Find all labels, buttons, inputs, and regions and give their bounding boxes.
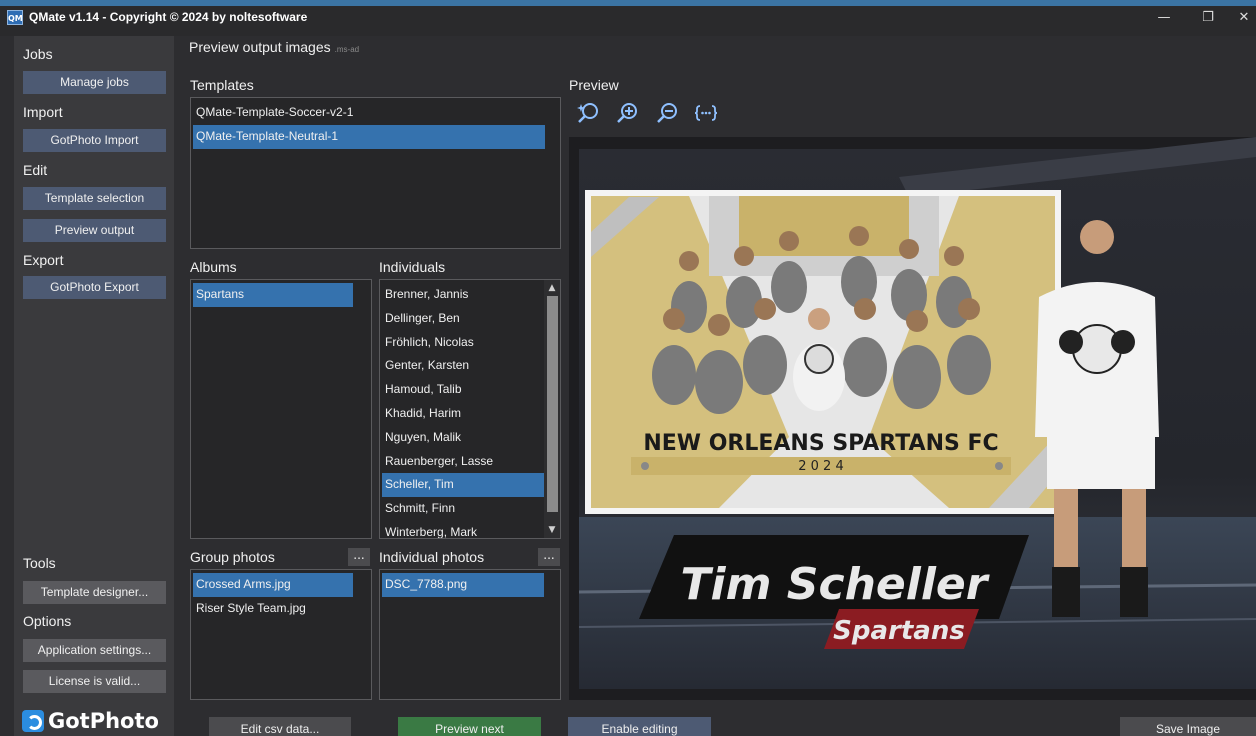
enable-editing-button[interactable]: Enable editing [568,717,711,736]
title-bar: QM QMate v1.14 - Copyright © 2024 by nol… [0,0,1256,36]
page-title: Preview output images .ms-ad [189,39,359,55]
player-team-text: Spartans [833,616,965,646]
minimize-icon[interactable]: — [1142,6,1186,32]
preview-next-button[interactable]: Preview next [398,717,541,736]
fit-icon[interactable] [693,100,719,126]
preview-composite: NEW ORLEANS SPARTANS FC 2 0 2 4 Tim Sche… [569,137,1256,700]
individuals-list[interactable]: Brenner, Jannis Dellinger, Ben Fröhlich,… [379,279,561,539]
template-item-selected[interactable]: QMate-Template-Neutral-1 [193,124,545,149]
app-icon: QM [7,10,23,25]
individual-photos-more-button[interactable]: ... [538,548,560,566]
gotphoto-export-button[interactable]: GotPhoto Export [23,276,166,299]
page-title-sub: .ms-ad [334,45,360,54]
individual-photo-item-selected[interactable]: DSC_7788.png [382,573,544,597]
save-image-button[interactable]: Save Image [1120,717,1256,736]
album-item-selected[interactable]: Spartans [193,283,353,307]
section-import: Import [23,104,63,120]
sidebar: Jobs Manage jobs Import GotPhoto Import … [14,36,174,736]
window-title: QMate v1.14 - Copyright © 2024 by noltes… [29,10,308,24]
close-icon[interactable]: ✕ [1222,6,1256,32]
individual-photos-list[interactable]: DSC_7788.png [379,569,561,700]
section-tools: Tools [23,555,56,571]
gotphoto-logo-icon [22,710,44,732]
template-designer-button[interactable]: Template designer... [23,581,166,604]
team-title-text: NEW ORLEANS SPARTANS FC [643,431,998,456]
preview-image[interactable]: NEW ORLEANS SPARTANS FC 2 0 2 4 Tim Sche… [569,137,1256,700]
gotphoto-logo: GotPhoto [22,707,159,735]
albums-list[interactable]: Spartans [190,279,372,539]
templates-list[interactable]: QMate-Template-Soccer-v2-1 QMate-Templat… [190,97,561,249]
individual-item[interactable]: Nguyen, Malik [382,426,544,450]
individual-item-selected[interactable]: Scheller, Tim [382,473,544,498]
gotphoto-logo-text: GotPhoto [48,709,159,733]
individual-item[interactable]: Rauenberger, Lasse [382,450,544,474]
group-photos-label: Group photos [190,549,275,565]
zoom-in-icon[interactable] [615,100,641,126]
individuals-scrollbar[interactable]: ▲ ▼ [544,280,560,538]
team-year-text: 2 0 2 4 [798,459,843,474]
application-settings-button[interactable]: Application settings... [23,639,166,662]
page-title-text: Preview output images [189,39,331,55]
group-photo-item-selected[interactable]: Crossed Arms.jpg [193,573,353,597]
individual-photos-label: Individual photos [379,549,485,565]
manage-jobs-button[interactable]: Manage jobs [23,71,166,94]
albums-label: Albums [190,259,237,275]
scroll-thumb[interactable] [547,296,558,512]
group-photo-item[interactable]: Riser Style Team.jpg [193,597,353,621]
individuals-label: Individuals [379,259,446,275]
individual-item[interactable]: Brenner, Jannis [382,283,544,307]
section-jobs: Jobs [23,46,53,62]
templates-label: Templates [190,77,254,93]
individual-item[interactable]: Schmitt, Finn [382,497,544,521]
license-button[interactable]: License is valid... [23,670,166,693]
group-photos-list[interactable]: Crossed Arms.jpg Riser Style Team.jpg [190,569,372,700]
preview-label: Preview [569,77,619,93]
zoom-out-icon[interactable] [655,100,681,126]
template-item[interactable]: QMate-Template-Soccer-v2-1 [193,101,545,125]
section-edit: Edit [23,162,48,178]
scroll-down-icon[interactable]: ▼ [544,522,560,538]
section-options: Options [23,613,72,629]
group-photos-more-button[interactable]: ... [348,548,370,566]
individual-item[interactable]: Dellinger, Ben [382,307,544,331]
scroll-up-icon[interactable]: ▲ [544,280,560,296]
gotphoto-import-button[interactable]: GotPhoto Import [23,129,166,152]
preview-output-button[interactable]: Preview output [23,219,166,242]
template-selection-button[interactable]: Template selection [23,187,166,210]
individual-item[interactable]: Winterberg, Mark [382,521,544,538]
individual-item[interactable]: Khadid, Harim [382,402,544,426]
player-name-text: Tim Scheller [681,559,990,610]
zoom-reset-icon[interactable] [576,100,602,126]
individual-item[interactable]: Fröhlich, Nicolas [382,331,544,355]
edit-csv-button[interactable]: Edit csv data... [209,717,351,736]
section-export: Export [23,252,64,268]
individual-item[interactable]: Genter, Karsten [382,354,544,378]
individual-item[interactable]: Hamoud, Talib [382,378,544,402]
